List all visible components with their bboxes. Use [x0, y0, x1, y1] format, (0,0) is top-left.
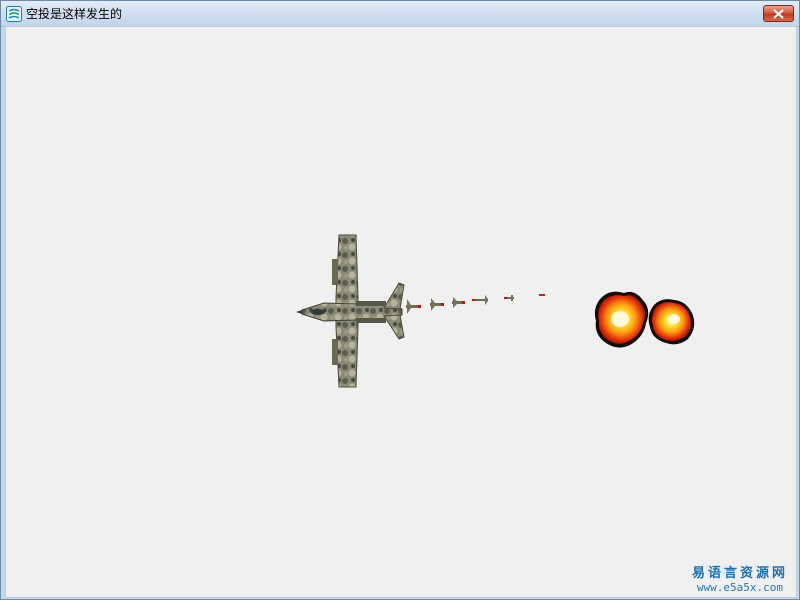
watermark: 易语言资源网 www.e5a5x.com [692, 562, 788, 594]
game-canvas[interactable]: 易语言资源网 www.e5a5x.com [5, 26, 797, 598]
explosion [648, 299, 695, 345]
projectile [504, 295, 514, 301]
projectile [472, 295, 488, 305]
explosion [594, 291, 649, 348]
projectile [452, 297, 465, 308]
game-scene [296, 234, 695, 388]
attack-jet-icon [296, 234, 405, 388]
watermark-url: www.e5a5x.com [696, 581, 784, 594]
projectile [430, 298, 444, 311]
projectile [406, 299, 421, 314]
title-bar[interactable]: 空投是这样发生的 [1, 1, 799, 27]
window-title: 空投是这样发生的 [26, 7, 123, 21]
projectile [539, 294, 545, 296]
watermark-name: 易语言资源网 [691, 566, 788, 581]
close-icon [773, 9, 784, 19]
app-icon [6, 6, 22, 22]
app-window: 空投是这样发生的 易语言资源网 www.e5a5x.com [0, 0, 800, 600]
close-button[interactable] [763, 5, 794, 22]
